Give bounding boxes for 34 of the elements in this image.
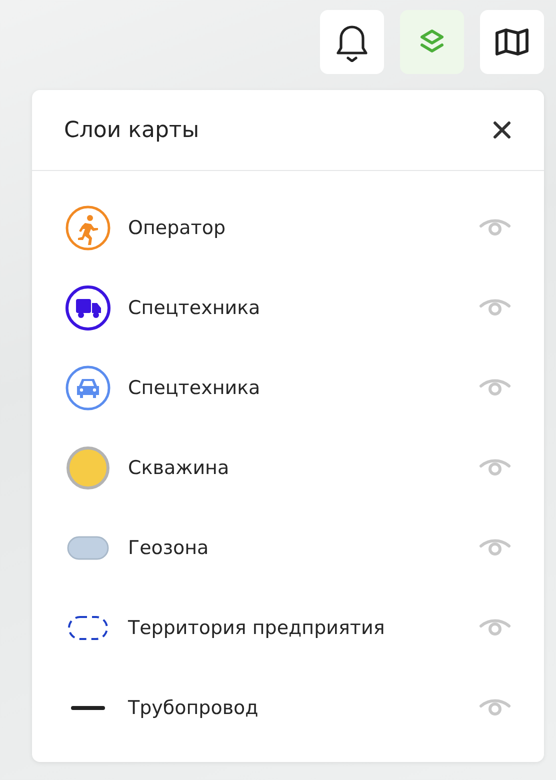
eye-icon (478, 698, 512, 718)
car-icon (65, 365, 111, 411)
eye-icon (478, 218, 512, 238)
layers-button[interactable] (400, 10, 464, 74)
filled-circle-icon (66, 446, 110, 490)
visibility-button[interactable] (478, 458, 512, 478)
eye-icon (478, 538, 512, 558)
visibility-button[interactable] (478, 378, 512, 398)
eye-icon (478, 458, 512, 478)
layer-label: Геозона (128, 537, 210, 559)
visibility-button[interactable] (478, 538, 512, 558)
truck-icon (65, 285, 111, 331)
bell-button[interactable] (320, 10, 384, 74)
layer-label: Скважина (128, 457, 230, 479)
dashed-outline-icon (67, 615, 109, 641)
map-icon (494, 27, 530, 57)
visibility-button[interactable] (478, 618, 512, 638)
layer-label: Оператор (128, 217, 227, 239)
layer-label: Спецтехника (128, 297, 262, 319)
rounded-shape-icon (67, 536, 109, 560)
layer-label: Территория предприятия (128, 617, 386, 639)
eye-icon (478, 378, 512, 398)
visibility-button[interactable] (478, 298, 512, 318)
running-person-icon (65, 205, 111, 251)
layer-label: Трубопровод (128, 697, 260, 719)
panel-title: Слои карты (64, 118, 200, 142)
close-icon (492, 120, 512, 140)
close-button[interactable] (492, 120, 512, 140)
eye-icon (478, 298, 512, 318)
layer-label: Спецтехника (128, 377, 262, 399)
map-button[interactable] (480, 10, 544, 74)
visibility-button[interactable] (478, 218, 512, 238)
eye-icon (478, 618, 512, 638)
visibility-button[interactable] (478, 698, 512, 718)
